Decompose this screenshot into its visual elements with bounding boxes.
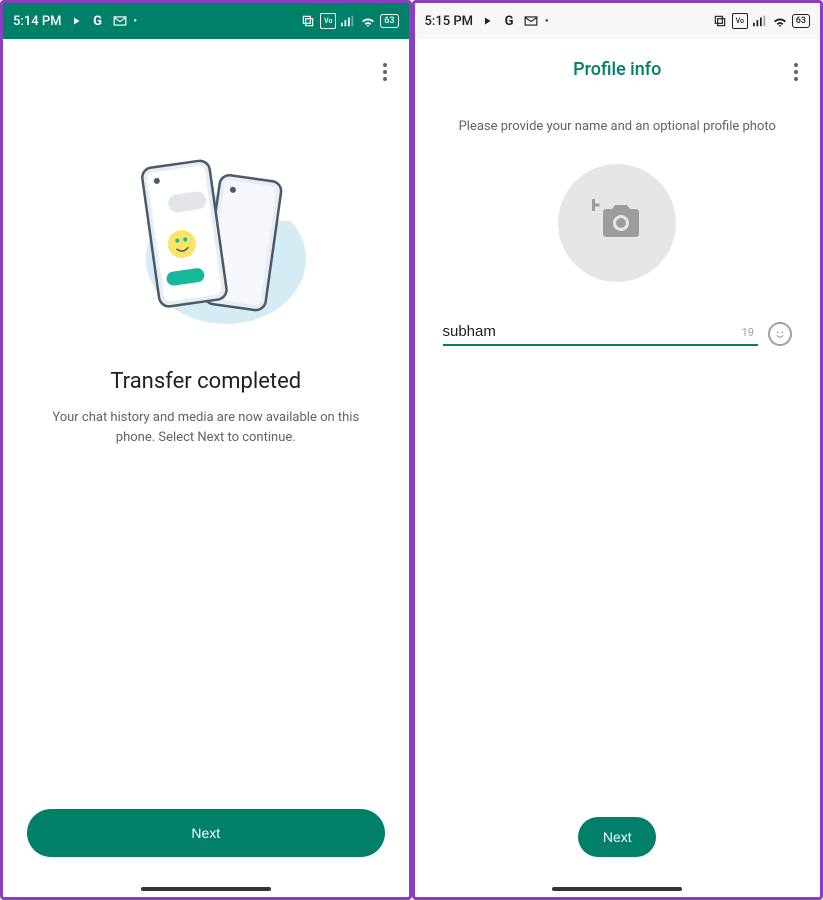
copy-icon	[712, 13, 728, 29]
dot-indicator: •	[545, 16, 549, 27]
home-indicator[interactable]	[552, 887, 682, 891]
battery-icon: 63	[380, 14, 398, 28]
wifi-icon	[360, 13, 376, 29]
header-title: Profile info	[573, 59, 661, 80]
header	[3, 39, 409, 99]
signal-icon	[752, 13, 768, 29]
menu-button[interactable]	[377, 57, 393, 87]
home-indicator[interactable]	[141, 887, 271, 891]
content-area: Please provide your name and an optional…	[415, 99, 821, 897]
clock: 5:14 PM	[13, 14, 62, 29]
name-input-row: 19	[439, 322, 797, 346]
volte-icon: Vo	[320, 13, 336, 29]
dot-indicator: •	[134, 16, 138, 27]
signal-icon	[340, 13, 356, 29]
right-phone-screen: 5:15 PM G • Vo 63 P	[412, 0, 823, 900]
menu-button[interactable]	[788, 57, 804, 87]
google-icon: G	[90, 13, 106, 29]
gmail-icon	[112, 13, 128, 29]
play-icon	[68, 13, 84, 29]
name-input[interactable]	[443, 323, 742, 340]
emoji-button[interactable]	[768, 322, 792, 346]
clock: 5:15 PM	[425, 14, 474, 29]
status-bar: 5:14 PM G • Vo 63	[3, 3, 409, 39]
left-phone-screen: 5:14 PM G • Vo 63	[0, 0, 412, 900]
battery-icon: 63	[792, 14, 810, 28]
next-button[interactable]: Next	[578, 817, 656, 857]
copy-icon	[300, 13, 316, 29]
transfer-illustration	[106, 149, 306, 339]
emoji-icon	[773, 327, 787, 341]
google-icon: G	[501, 13, 517, 29]
content-area: Transfer completed Your chat history and…	[3, 99, 409, 897]
status-bar: 5:15 PM G • Vo 63	[415, 3, 821, 39]
gmail-icon	[523, 13, 539, 29]
next-button-label: Next	[603, 829, 632, 845]
volte-icon: Vo	[732, 13, 748, 29]
instruction-text: Please provide your name and an optional…	[459, 119, 776, 134]
play-icon	[479, 13, 495, 29]
camera-icon	[592, 199, 642, 247]
page-title: Transfer completed	[110, 369, 301, 394]
char-count: 19	[742, 326, 758, 339]
header: Profile info	[415, 39, 821, 99]
wifi-icon	[772, 13, 788, 29]
page-subtitle: Your chat history and media are now avai…	[27, 408, 385, 447]
next-button[interactable]: Next	[27, 809, 385, 857]
next-button-label: Next	[191, 825, 220, 841]
profile-photo-button[interactable]	[558, 164, 676, 282]
